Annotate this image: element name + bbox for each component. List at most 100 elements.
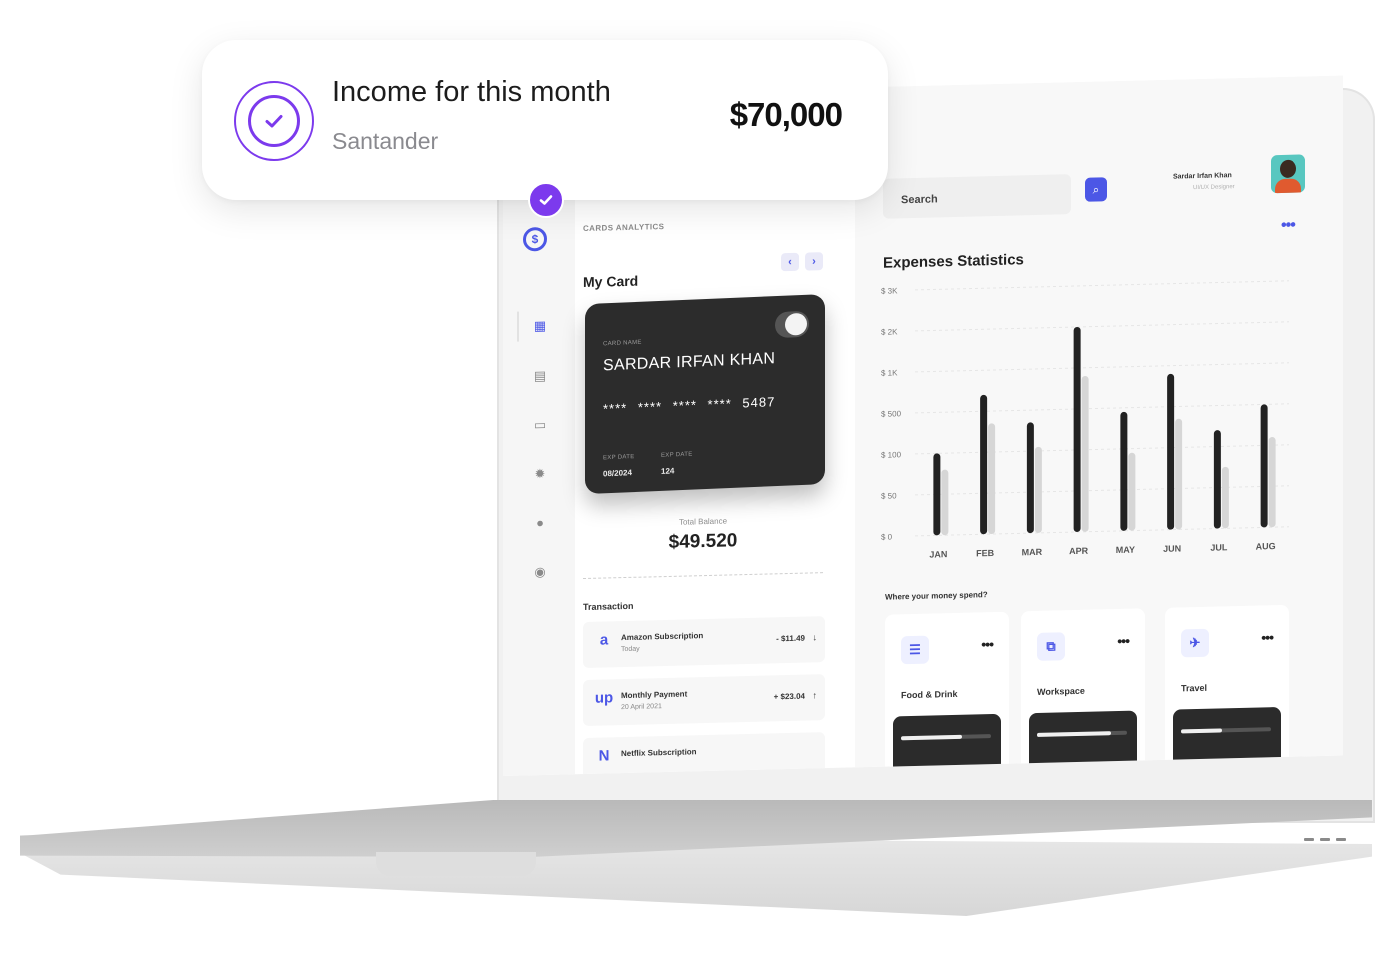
y-tick-label: $ 500 [881, 409, 902, 419]
transaction-row[interactable]: a Amazon Subscription Today - $11.49 ↓ [583, 616, 825, 669]
more-options-icon[interactable]: ••• [1281, 217, 1295, 235]
exp-date-value: 08/2024 [603, 468, 632, 479]
user-name: Sardar Irfan Khan [1173, 172, 1232, 181]
bar-mar-2 [1034, 446, 1042, 533]
grid-line [915, 362, 1289, 373]
income-title: Income for this month [332, 76, 611, 108]
income-card: Income for this month Santander $70,000 [202, 40, 888, 200]
card-navigation: ‹ › [781, 252, 823, 272]
dashboard-icon[interactable]: ▦ [533, 318, 547, 333]
arrow-up-icon: ↑ [812, 690, 818, 701]
transaction-title: Netflix Subscription [621, 747, 697, 759]
x-tick-label: APR [1069, 546, 1088, 556]
balance-label: Total Balance [678, 516, 728, 527]
avatar[interactable] [1271, 154, 1305, 194]
card-name-label: CARD NAME [603, 339, 642, 348]
search-placeholder: Search [901, 193, 938, 207]
verified-check-icon [528, 182, 564, 218]
where-spend-label: Where your money spend? [885, 590, 988, 602]
x-tick-label: FEB [976, 548, 994, 558]
food-icon: ☰ [901, 635, 929, 665]
credit-card[interactable]: CARD NAME SARDAR IRFAN KHAN **** **** **… [585, 294, 825, 495]
expenses-column: Search ⌕ Sardar Irfan Khan UI/UX Designe… [855, 75, 1343, 777]
income-amount: $70,000 [729, 96, 843, 133]
search-input[interactable]: Search [883, 174, 1071, 219]
card-toggle[interactable] [775, 310, 809, 339]
chevron-right-icon[interactable]: › [805, 252, 823, 271]
check-circle-icon [234, 81, 314, 161]
exp-date-label: EXP DATE [603, 454, 635, 462]
category-label: Food & Drink [901, 688, 958, 701]
expenses-chart: $ 0 $ 50 $ 100 $ 500 $ 1K $ 2K $ 3K JAN FEB MAR AP… [881, 280, 1289, 560]
y-tick-label: $ 100 [881, 450, 902, 460]
brand-logo[interactable]: $ [523, 226, 547, 252]
calendar-icon[interactable]: ▤ [533, 368, 547, 383]
help-icon[interactable]: ◉ [533, 564, 547, 579]
chat-icon[interactable]: ▭ [533, 417, 547, 432]
bar-jun-2 [1175, 418, 1183, 530]
y-tick-label: $ 3K [881, 286, 898, 295]
divider [583, 572, 823, 580]
user-icon[interactable]: ● [533, 515, 547, 530]
cvv-value: 124 [661, 466, 675, 476]
bar-jun-1 [1167, 373, 1175, 530]
bar-aug-1 [1260, 404, 1268, 528]
arrow-down-icon: ↓ [812, 632, 818, 643]
income-bank: Santander [332, 128, 439, 154]
y-tick-label: $ 50 [881, 491, 897, 500]
transaction-date: 20 April 2021 [621, 703, 662, 712]
transaction-amount: - $11.49 [776, 633, 805, 644]
bar-jul-1 [1213, 430, 1221, 529]
laptop-notch [376, 852, 536, 876]
amazon-icon: a [599, 631, 609, 649]
chevron-left-icon[interactable]: ‹ [781, 252, 799, 272]
category-label: Travel [1181, 682, 1208, 694]
card-holder-name: SARDAR IRFAN KHAN [603, 350, 776, 375]
x-tick-label: JUL [1210, 542, 1228, 552]
progress-fill [1181, 728, 1223, 734]
progress-track [1181, 727, 1271, 734]
cvv-label: EXP DATE [661, 451, 693, 459]
grid-line [915, 526, 1289, 537]
transaction-title: Amazon Subscription [621, 631, 704, 643]
more-options-icon[interactable]: ••• [1117, 633, 1129, 649]
x-tick-label: AUG [1256, 541, 1276, 551]
my-card-title: My Card [583, 272, 639, 291]
plane-icon: ✈ [1181, 628, 1209, 658]
grid-line [915, 403, 1289, 414]
progress-fill [1037, 731, 1111, 737]
category-card-workspace[interactable]: ⧉ ••• Workspace [1021, 608, 1145, 774]
nav-active-indicator [517, 311, 519, 342]
x-tick-label: MAY [1116, 545, 1135, 555]
search-icon[interactable]: ⌕ [1085, 177, 1107, 202]
more-options-icon[interactable]: ••• [1261, 629, 1273, 645]
y-tick-label: $ 2K [881, 327, 898, 336]
x-tick-label: JAN [929, 549, 947, 559]
more-options-icon[interactable]: ••• [981, 636, 993, 652]
user-role: UI/UX Designer [1193, 184, 1235, 192]
section-label: CARDS ANALYTICS [583, 222, 665, 234]
y-tick-label: $ 1K [881, 368, 898, 377]
y-tick-label: $ 0 [881, 532, 893, 541]
bar-feb-1 [980, 394, 988, 535]
card-number: **** **** **** **** 5487 [603, 394, 776, 417]
transaction-date: Today [621, 645, 640, 654]
netflix-icon: N [598, 747, 610, 765]
transaction-title: Monthly Payment [621, 689, 688, 701]
workspace-icon: ⧉ [1037, 632, 1065, 661]
bar-may-1 [1120, 411, 1128, 531]
laptop-ports [1304, 838, 1346, 841]
category-card-food[interactable]: ☰ ••• Food & Drink [885, 611, 1009, 777]
grid-line [915, 280, 1289, 291]
grid-line [915, 485, 1289, 496]
settings-icon[interactable]: ✹ [533, 466, 547, 481]
bar-may-2 [1128, 452, 1136, 531]
transaction-row[interactable]: up Monthly Payment 20 April 2021 + $23.0… [583, 674, 825, 727]
category-card-travel[interactable]: ✈ ••• Travel [1165, 604, 1289, 770]
bar-apr-1 [1073, 326, 1081, 532]
x-tick-label: JUN [1163, 543, 1181, 553]
bar-feb-2 [988, 423, 996, 535]
grid-line [915, 444, 1289, 455]
bar-jan-1 [933, 453, 941, 536]
category-label: Workspace [1037, 685, 1085, 697]
